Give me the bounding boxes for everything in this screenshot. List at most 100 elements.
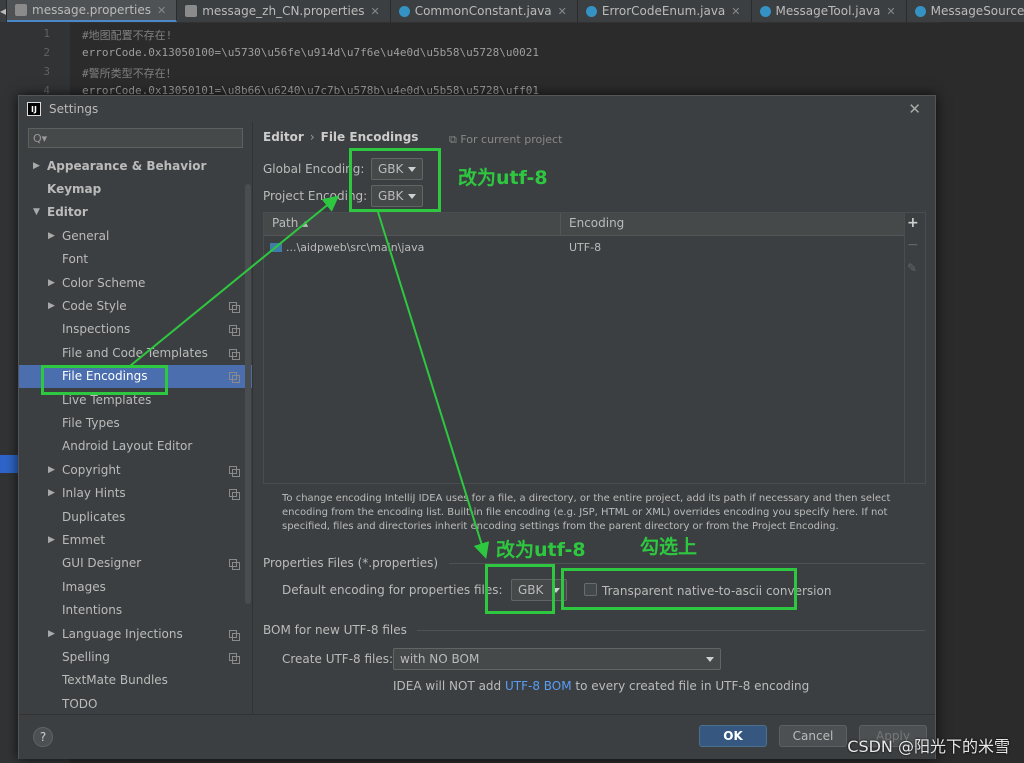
- sidebar-item-font[interactable]: Font: [19, 248, 252, 271]
- line-number: 1: [43, 27, 50, 40]
- code-line[interactable]: errorCode.0x13050100=\u5730\u56fe\u914d\…: [82, 46, 539, 59]
- sidebar-item-android-layout-editor[interactable]: Android Layout Editor: [19, 435, 252, 458]
- chevron-right-icon[interactable]: ▶: [48, 629, 55, 639]
- sidebar-item-inlay-hints[interactable]: ▶ Inlay Hints: [19, 482, 252, 505]
- sidebar-scrollbar[interactable]: [245, 184, 251, 604]
- sidebar-item-color-scheme[interactable]: ▶ Color Scheme: [19, 271, 252, 294]
- sidebar-item-intentions[interactable]: Intentions: [19, 599, 252, 622]
- sidebar-item-code-style[interactable]: ▶ Code Style: [19, 294, 252, 317]
- chevron-right-icon[interactable]: ▶: [33, 161, 40, 171]
- breadcrumb-separator: ›: [309, 130, 315, 144]
- sidebar-item-gui-designer[interactable]: GUI Designer: [19, 552, 252, 575]
- search-input[interactable]: [47, 131, 232, 145]
- sidebar-item-label: Editor: [47, 205, 88, 220]
- sidebar-item-spelling[interactable]: Spelling: [19, 645, 252, 668]
- code-line[interactable]: #警所类型不存在！: [82, 65, 177, 81]
- sidebar-item-general[interactable]: ▶ General: [19, 224, 252, 247]
- breadcrumb-editor[interactable]: Editor: [263, 130, 304, 144]
- properties-file-icon: [185, 5, 198, 17]
- chevron-right-icon[interactable]: ▶: [48, 488, 55, 498]
- java-class-icon: [759, 5, 771, 17]
- add-icon[interactable]: +: [907, 215, 919, 231]
- code-line[interactable]: #地图配置不存在!: [82, 27, 172, 43]
- sidebar-item-copyright[interactable]: ▶ Copyright: [19, 458, 252, 481]
- editor-tab[interactable]: message.properties ✕: [7, 0, 178, 22]
- sidebar-item-images[interactable]: Images: [19, 575, 252, 598]
- breadcrumb: Editor › File Encodings: [263, 130, 418, 144]
- sidebar-item-file-types[interactable]: File Types: [19, 411, 252, 434]
- annotation-box-properties-select: [485, 564, 555, 614]
- annotation-box-file-encodings: [41, 365, 168, 395]
- sidebar-item-keymap[interactable]: Keymap: [19, 177, 252, 200]
- close-icon[interactable]: ✕: [558, 5, 567, 18]
- sidebar-item-textmate-bundles[interactable]: TextMate Bundles: [19, 669, 252, 692]
- sidebar-item-appearance-behavior[interactable]: ▶ Appearance & Behavior: [19, 154, 252, 177]
- editor-tab-label: MessageTool.java: [775, 4, 881, 18]
- sidebar-item-label: Color Scheme: [62, 275, 146, 290]
- editor-tab[interactable]: MessageTool.java ✕: [752, 0, 907, 22]
- editor-tab[interactable]: message_zh_CN.properties ✕: [177, 0, 391, 22]
- annotation-note-properties: 改为utf-8: [496, 539, 586, 561]
- section-divider: [417, 630, 925, 631]
- column-header-encoding[interactable]: Encoding: [569, 216, 624, 230]
- encoding-description: To change encoding IntelliJ IDEA uses fo…: [282, 493, 891, 532]
- bom-note-text: IDEA will NOT add: [393, 679, 505, 693]
- utf8-bom-link[interactable]: UTF-8 BOM: [505, 679, 572, 693]
- sidebar-item-label: Duplicates: [62, 509, 126, 524]
- table-toolbar: + − ✎: [903, 212, 926, 484]
- sidebar-item-label: TODO: [62, 696, 98, 711]
- settings-search[interactable]: Q▾: [28, 128, 243, 148]
- chevron-right-icon[interactable]: ▶: [48, 278, 55, 288]
- close-icon[interactable]: ✕: [886, 5, 895, 18]
- editor-tab-label: ErrorCodeEnum.java: [601, 4, 726, 18]
- bom-note: IDEA will NOT add UTF-8 BOM to every cre…: [393, 679, 809, 693]
- sidebar-item-label: General: [62, 228, 110, 243]
- column-header-path[interactable]: Path ▴: [272, 216, 308, 230]
- sidebar-item-label: Appearance & Behavior: [47, 158, 207, 173]
- edit-icon[interactable]: ✎: [907, 261, 917, 275]
- sidebar-item-label: Language Injections: [62, 626, 183, 641]
- editor-tab[interactable]: CommonConstant.java ✕: [391, 0, 578, 22]
- chevron-right-icon[interactable]: ▶: [48, 535, 55, 545]
- create-utf8-select[interactable]: with NO BOM: [393, 648, 721, 670]
- cancel-button[interactable]: Cancel: [779, 725, 847, 747]
- chevron-right-icon[interactable]: ▶: [48, 465, 55, 475]
- sidebar-item-todo[interactable]: TODO: [19, 692, 252, 715]
- table-row-encoding[interactable]: UTF-8: [569, 241, 601, 254]
- sidebar-item-emmet[interactable]: ▶ Emmet: [19, 528, 252, 551]
- remove-icon[interactable]: −: [907, 237, 919, 253]
- table-row-path[interactable]: ...\aidpweb\src\main\java: [286, 241, 424, 254]
- editor-tab-bar: ◂ message.properties ✕ message_zh_CN.prope…: [0, 0, 1024, 23]
- project-scope-icon: [229, 489, 240, 501]
- editor-tab-label: MessageSourceConfiguratio: [930, 4, 1024, 18]
- project-scope-icon: [229, 325, 240, 337]
- help-icon[interactable]: ?: [33, 727, 53, 747]
- line-number: 3: [43, 65, 50, 78]
- sidebar-item-label: Android Layout Editor: [62, 439, 193, 454]
- tab-list-icon[interactable]: ◂: [0, 0, 8, 22]
- sidebar-item-label: Keymap: [47, 181, 102, 196]
- close-icon[interactable]: ✕: [908, 100, 921, 118]
- search-icon: Q▾: [33, 131, 48, 145]
- sidebar-item-duplicates[interactable]: Duplicates: [19, 505, 252, 528]
- close-icon[interactable]: ✕: [370, 5, 379, 18]
- table-header: Path ▴ Encoding: [264, 213, 904, 236]
- column-divider: [560, 213, 561, 235]
- sidebar-item-language-injections[interactable]: ▶ Language Injections: [19, 622, 252, 645]
- sidebar-item-label: Font: [62, 252, 89, 267]
- chevron-right-icon[interactable]: ▶: [48, 231, 55, 241]
- editor-tab[interactable]: MessageSourceConfiguratio: [907, 0, 1024, 22]
- sidebar-item-label: File and Code Templates: [62, 345, 208, 360]
- annotation-box-checkbox: [561, 568, 797, 610]
- editor-tab[interactable]: ErrorCodeEnum.java ✕: [578, 0, 752, 22]
- sidebar-item-inspections[interactable]: Inspections: [19, 318, 252, 341]
- chevron-right-icon[interactable]: ▶: [48, 301, 55, 311]
- close-icon[interactable]: ✕: [157, 4, 166, 17]
- close-icon[interactable]: ✕: [731, 5, 740, 18]
- for-current-project-hint: ⧉ For current project: [449, 133, 563, 146]
- chevron-down-icon[interactable]: ▼: [33, 207, 40, 217]
- project-scope-icon: [229, 348, 240, 360]
- sidebar-item-file-and-code-templates[interactable]: File and Code Templates: [19, 341, 252, 364]
- sidebar-item-editor[interactable]: ▼ Editor: [19, 201, 252, 224]
- ok-button[interactable]: OK: [699, 725, 767, 747]
